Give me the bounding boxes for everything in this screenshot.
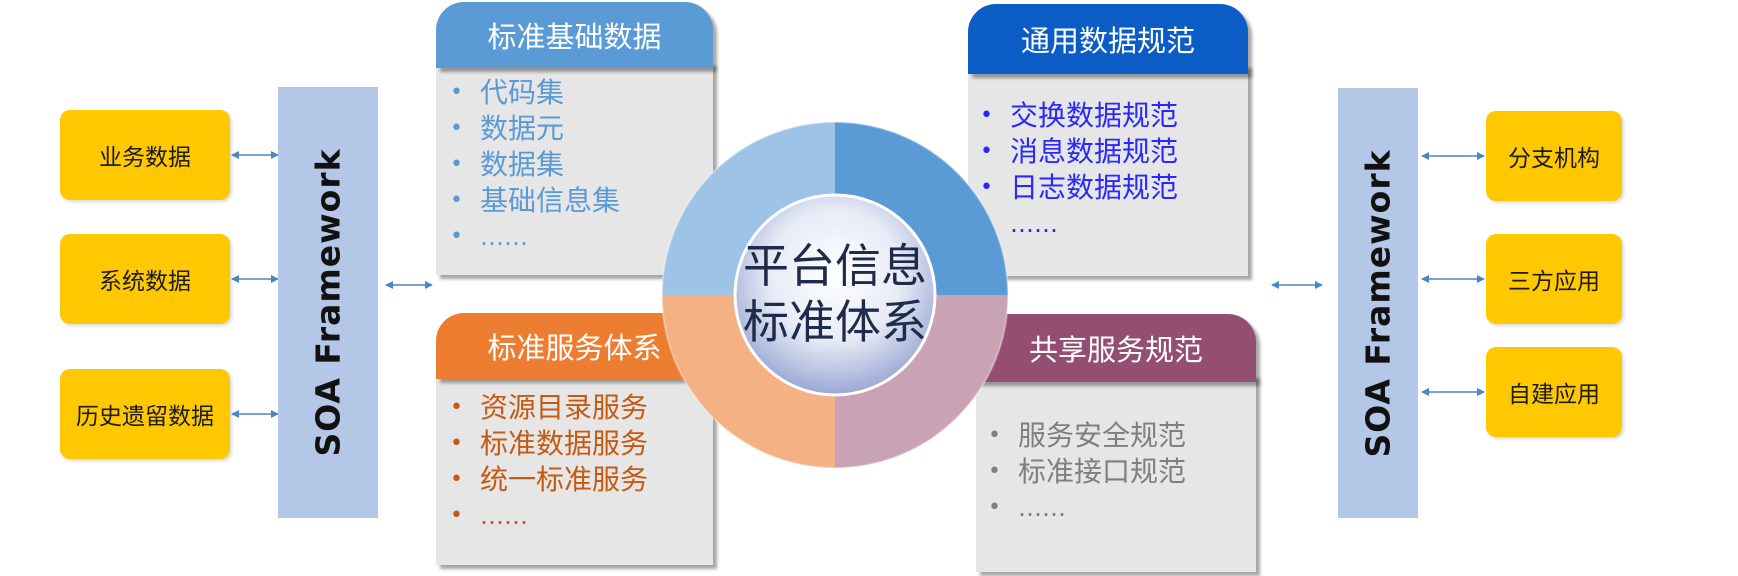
list-item: 基础信息集 [450,183,620,219]
center-title-line1: 平台信息 [743,239,927,293]
source-box-legacy-data: 历史遗留数据 [60,369,230,459]
list-item: …… [450,498,648,534]
source-label: 历史遗留数据 [76,404,214,430]
list-item: 标准接口规范 [988,454,1186,490]
list-item: …… [450,219,620,255]
list-item: 日志数据规范 [980,170,1178,206]
panel-data-specs: 通用数据规范 交换数据规范 消息数据规范 日志数据规范 …… [968,4,1248,276]
target-label: 分支机构 [1508,146,1600,172]
panel-title: 标准基础数据 [436,2,713,68]
panel-title: 共享服务规范 [976,314,1256,382]
list-item: 数据集 [450,147,620,183]
target-box-branches: 分支机构 [1486,111,1622,201]
center-ring: 平台信息 标准体系 [661,121,1009,469]
target-label: 三方应用 [1508,269,1600,295]
list-item: 统一标准服务 [450,462,648,498]
source-label: 系统数据 [99,269,191,295]
center-title-line2: 标准体系 [743,295,927,349]
soa-framework-left: SOA Framework [278,87,378,518]
target-label: 自建应用 [1508,382,1600,408]
list-item: …… [980,206,1178,242]
list-item: 资源目录服务 [450,390,648,426]
panel-sharing-specs: 共享服务规范 服务安全规范 标准接口规范 …… [976,314,1256,572]
list-item: 数据元 [450,111,620,147]
soa-framework-right: SOA Framework [1338,88,1418,518]
list-item: 消息数据规范 [980,134,1178,170]
target-box-self-built: 自建应用 [1486,347,1622,437]
panel-list: 交换数据规范 消息数据规范 日志数据规范 …… [980,98,1178,242]
panel-title: 通用数据规范 [968,4,1248,74]
target-box-third-party: 三方应用 [1486,234,1622,324]
list-item: 代码集 [450,75,620,111]
panel-list: 代码集 数据元 数据集 基础信息集 …… [450,75,620,255]
list-item: 标准数据服务 [450,426,648,462]
soa-label: SOA Framework [1358,148,1398,458]
list-item: 交换数据规范 [980,98,1178,134]
source-box-system-data: 系统数据 [60,234,230,324]
panel-list: 资源目录服务 标准数据服务 统一标准服务 …… [450,390,648,534]
source-label: 业务数据 [99,145,191,171]
source-box-business-data: 业务数据 [60,110,230,200]
soa-label: SOA Framework [308,148,348,457]
list-item: 服务安全规范 [988,418,1186,454]
list-item: …… [988,490,1186,526]
panel-list: 服务安全规范 标准接口规范 …… [988,418,1186,526]
